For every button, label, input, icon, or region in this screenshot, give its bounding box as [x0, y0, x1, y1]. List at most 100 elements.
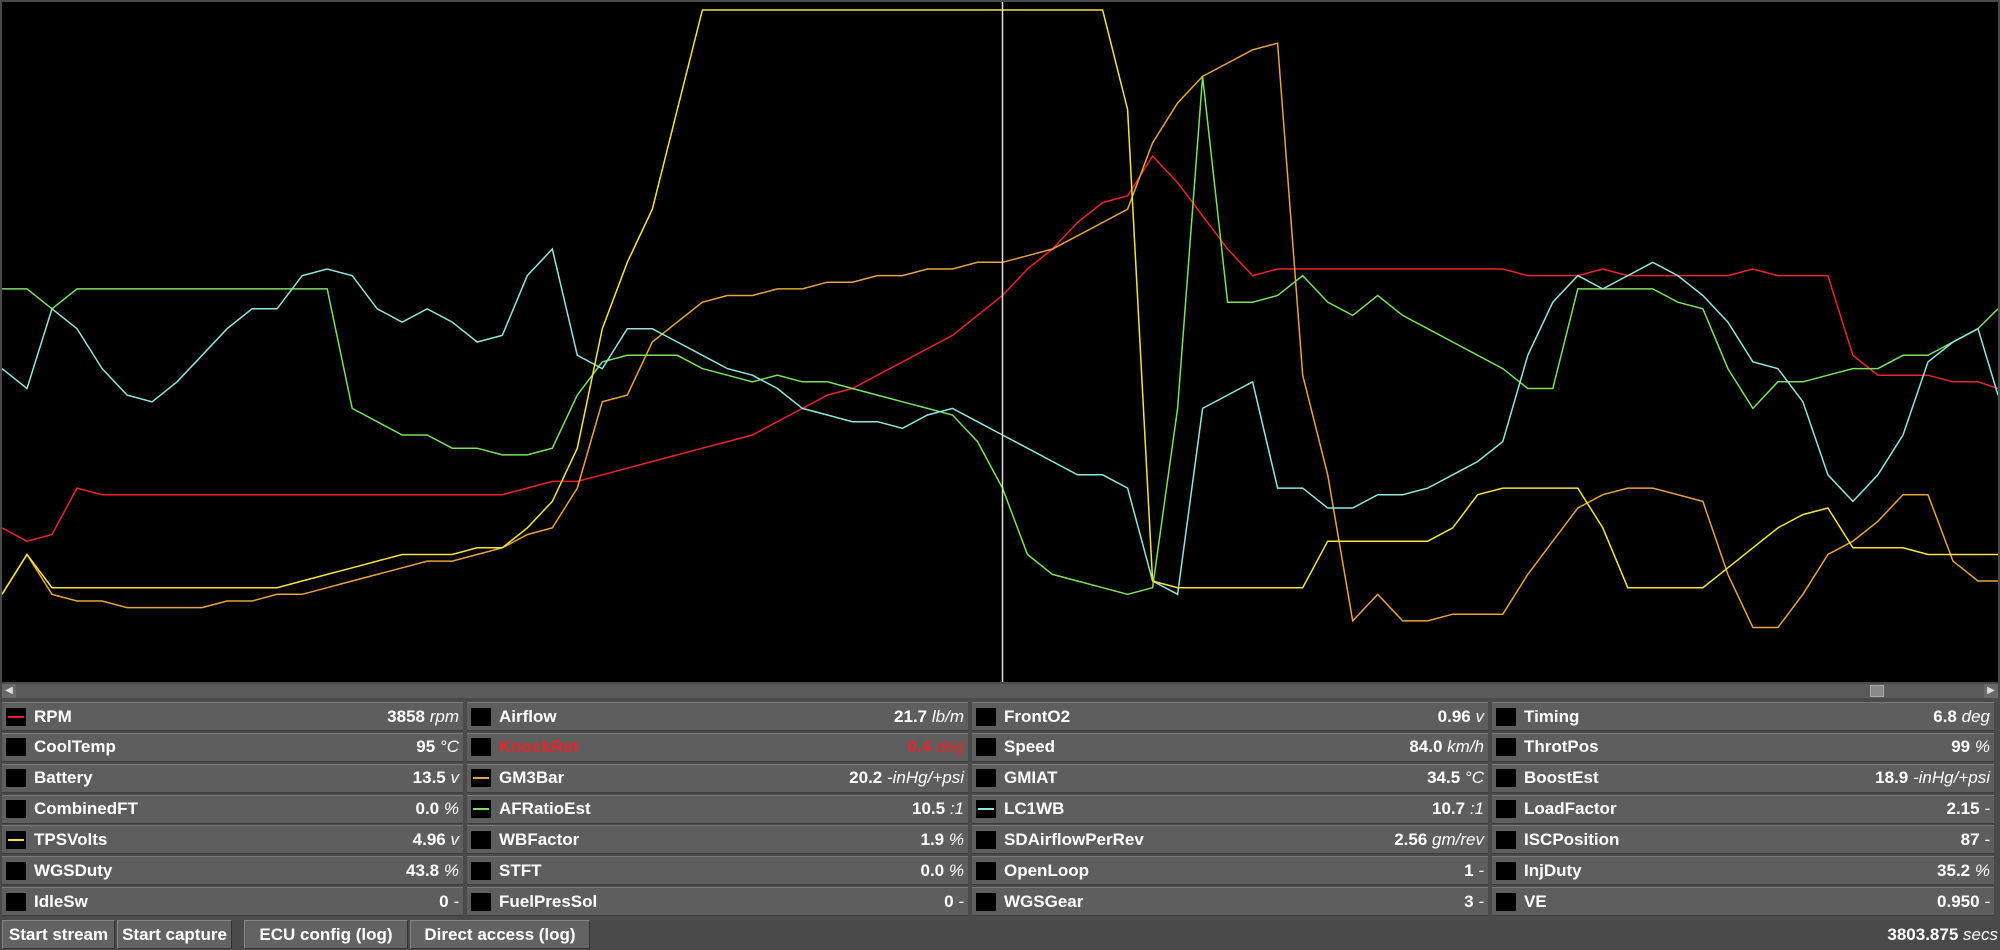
param-row-knockret[interactable]: KnockRet 0.4 deg — [467, 732, 968, 762]
trace-color-swatch[interactable] — [6, 707, 26, 726]
param-row-injduty[interactable]: InjDuty 35.2 % — [1492, 856, 1994, 886]
trace-color-swatch[interactable] — [1496, 769, 1516, 788]
log-chart[interactable] — [2, 2, 1998, 682]
trace-color-swatch[interactable] — [976, 861, 996, 880]
param-name: FuelPresSol — [499, 891, 598, 911]
trace-color-swatch[interactable] — [976, 769, 996, 788]
param-row-combinedft[interactable]: CombinedFT 0.0 % — [2, 794, 463, 824]
trace-color-line — [473, 808, 489, 811]
trace-color-swatch[interactable] — [1496, 707, 1516, 726]
trace-color-swatch[interactable] — [976, 892, 996, 911]
trace-color-swatch[interactable] — [1496, 830, 1516, 849]
direct-access-log-button[interactable]: Direct access (log) — [410, 920, 590, 949]
trace-color-swatch[interactable] — [976, 830, 996, 849]
elapsed-time-unit: secs — [1963, 925, 1998, 944]
series-line-gm3bar — [2, 42, 1998, 629]
trace-color-swatch[interactable] — [976, 738, 996, 757]
param-row-wgsgear[interactable]: WGSGear 3 - — [972, 887, 1488, 917]
trace-color-swatch[interactable] — [6, 892, 26, 911]
param-row-timing[interactable]: Timing 6.8 deg — [1492, 702, 1994, 731]
trace-color-swatch[interactable] — [471, 738, 491, 757]
param-name: LC1WB — [1004, 799, 1065, 819]
param-row-lc1wb[interactable]: LC1WB 10.7 :1 — [972, 794, 1488, 824]
param-row-airflow[interactable]: Airflow 21.7 lb/m — [467, 702, 968, 731]
param-row-ve[interactable]: VE 0.950 - — [1492, 887, 1994, 917]
start-capture-button[interactable]: Start capture — [117, 920, 232, 949]
param-row-wbfactor[interactable]: WBFactor 1.9 % — [467, 825, 968, 855]
scrollbar-thumb[interactable] — [1870, 685, 1884, 697]
param-value: 1.9 % — [921, 830, 965, 850]
param-name: LoadFactor — [1524, 799, 1617, 819]
param-unit: rpm — [429, 706, 459, 726]
param-row-afratioest[interactable]: AFRatioEst 10.5 :1 — [467, 794, 968, 824]
param-row-throtpos[interactable]: ThrotPos 99 % — [1492, 732, 1994, 762]
param-value-number: 4.96 — [412, 829, 446, 849]
trace-color-swatch[interactable] — [471, 707, 491, 726]
param-unit: - — [1478, 860, 1484, 880]
param-name: AFRatioEst — [499, 799, 591, 819]
scroll-right-arrow-icon[interactable]: ▶ — [1984, 684, 1998, 698]
trace-color-swatch[interactable] — [6, 861, 26, 880]
param-row-iscposition[interactable]: ISCPosition 87 - — [1492, 825, 1994, 855]
param-row-sdairflowperrev[interactable]: SDAirflowPerRev 2.56 gm/rev — [972, 825, 1488, 855]
param-value-number: 0.0 — [415, 799, 440, 819]
param-value-number: 1 — [1464, 860, 1474, 880]
chart-horizontal-scrollbar[interactable]: ◀ ▶ — [2, 684, 1998, 698]
param-unit: -inHg/+psi — [1912, 768, 1990, 788]
param-row-battery[interactable]: Battery 13.5 v — [2, 763, 463, 793]
param-row-idlesw[interactable]: IdleSw 0 - — [2, 887, 463, 917]
ecu-config-log-button[interactable]: ECU config (log) — [244, 920, 408, 949]
trace-color-swatch[interactable] — [976, 707, 996, 726]
param-name: Airflow — [499, 706, 557, 726]
param-value-number: 10.5 — [911, 799, 946, 819]
param-unit: deg — [1961, 706, 1990, 726]
trace-color-swatch[interactable] — [1496, 892, 1516, 911]
param-value-number: 43.8 — [406, 860, 440, 880]
param-value-number: 6.8 — [1933, 706, 1957, 726]
trace-color-swatch[interactable] — [6, 769, 26, 788]
param-row-speed[interactable]: Speed 84.0 km/h — [972, 732, 1488, 762]
trace-color-swatch[interactable] — [6, 800, 26, 819]
param-row-openloop[interactable]: OpenLoop 1 - — [972, 856, 1488, 886]
param-row-rpm[interactable]: RPM 3858 rpm — [2, 702, 463, 731]
param-row-gm3bar[interactable]: GM3Bar 20.2 -inHg/+psi — [467, 763, 968, 793]
trace-color-swatch[interactable] — [471, 861, 491, 880]
trace-color-swatch[interactable] — [471, 892, 491, 911]
trace-color-swatch[interactable] — [1496, 800, 1516, 819]
param-unit: km/h — [1447, 737, 1484, 757]
param-row-wgsduty[interactable]: WGSDuty 43.8 % — [2, 856, 463, 886]
param-row-tpsvolts[interactable]: TPSVolts 4.96 v — [2, 825, 463, 855]
param-value-number: 0 — [944, 891, 954, 911]
param-value: 6.8 deg — [1933, 707, 1990, 727]
scroll-left-arrow-icon[interactable]: ◀ — [2, 684, 16, 698]
trace-color-swatch[interactable] — [471, 800, 491, 819]
param-row-stft[interactable]: STFT 0.0 % — [467, 856, 968, 886]
param-value: 2.56 gm/rev — [1394, 830, 1484, 850]
param-value: 10.7 :1 — [1432, 799, 1484, 819]
param-value: 0.0 % — [921, 861, 965, 881]
param-name: InjDuty — [1524, 860, 1582, 880]
trace-color-swatch[interactable] — [6, 738, 26, 757]
param-row-boostest[interactable]: BoostEst 18.9 -inHg/+psi — [1492, 763, 1994, 793]
param-name: WBFactor — [499, 829, 580, 849]
trace-color-swatch[interactable] — [6, 830, 26, 849]
param-value-number: 0.950 — [1937, 891, 1980, 911]
param-unit: - — [1984, 799, 1990, 819]
param-unit: -inHg/+psi — [886, 768, 964, 788]
param-row-cooltemp[interactable]: CoolTemp 95 °C — [2, 732, 463, 762]
trace-color-swatch[interactable] — [976, 800, 996, 819]
param-row-gmiat[interactable]: GMIAT 34.5 °C — [972, 763, 1488, 793]
param-value-number: 99 — [1951, 737, 1971, 757]
param-value-number: 0.0 — [920, 860, 945, 880]
start-stream-button[interactable]: Start stream — [2, 920, 115, 949]
param-row-fuelpressol[interactable]: FuelPresSol 0 - — [467, 887, 968, 917]
param-value: 13.5 v — [413, 768, 459, 788]
param-row-fronto2[interactable]: FrontO2 0.96 v — [972, 702, 1488, 731]
param-value-number: 13.5 — [412, 768, 446, 788]
log-chart-plot[interactable] — [2, 2, 1998, 682]
trace-color-swatch[interactable] — [471, 830, 491, 849]
trace-color-swatch[interactable] — [1496, 738, 1516, 757]
trace-color-swatch[interactable] — [471, 769, 491, 788]
param-row-loadfactor[interactable]: LoadFactor 2.15 - — [1492, 794, 1994, 824]
trace-color-swatch[interactable] — [1496, 861, 1516, 880]
